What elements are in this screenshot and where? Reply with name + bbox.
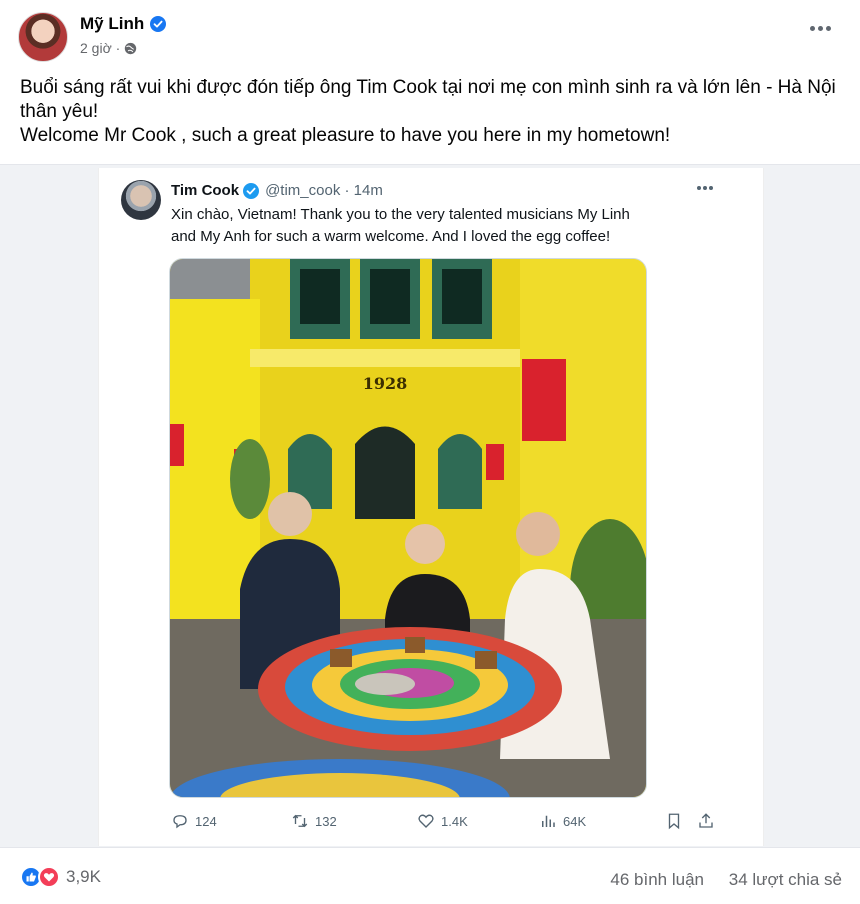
like-count: 1.4K xyxy=(441,813,468,829)
bookmark-button[interactable] xyxy=(665,812,683,830)
post-header: Mỹ Linh 2 giờ · xyxy=(0,0,860,70)
views-button[interactable]: 64K xyxy=(539,812,586,830)
share-button[interactable] xyxy=(697,812,715,830)
post-footer: 3,9K 46 bình luận 34 lượt chia sẻ xyxy=(0,852,860,904)
heart-reaction-icon xyxy=(38,866,60,888)
author-name-row: Mỹ Linh xyxy=(80,14,167,34)
cafe-sign: 1928 xyxy=(363,374,408,393)
tweet-actions: 124 132 1.4K 64K xyxy=(169,808,719,838)
retweet-count: 132 xyxy=(315,813,337,829)
tweet-author-row: Tim Cook @tim_cook · 14m xyxy=(171,182,383,199)
reply-icon xyxy=(173,815,187,829)
views-count: 64K xyxy=(563,813,587,829)
post-text-line-2: Welcome Mr Cook , such a great pleasure … xyxy=(20,125,671,146)
reply-button[interactable]: 124 xyxy=(171,812,217,830)
more-icon[interactable] xyxy=(808,20,832,36)
post-time[interactable]: 2 giờ · xyxy=(80,40,120,56)
author-avatar[interactable] xyxy=(18,12,68,62)
tweet-avatar[interactable] xyxy=(121,180,161,220)
verified-icon xyxy=(243,182,260,199)
tweet-handle[interactable]: @tim_cook · 14m xyxy=(265,182,383,199)
post-meta: 2 giờ · xyxy=(80,40,137,56)
tweet-text: Xin chào, Vietnam! Thank you to the very… xyxy=(171,206,630,245)
author-name[interactable]: Mỹ Linh xyxy=(80,14,144,34)
retweet-button[interactable]: 132 xyxy=(291,812,337,830)
reply-count: 124 xyxy=(195,813,217,829)
verified-icon xyxy=(150,16,167,32)
like-button[interactable]: 1.4K xyxy=(417,812,468,830)
post-text: Buổi sáng rất vui khi được đón tiếp ông … xyxy=(20,76,850,148)
reaction-count: 3,9K xyxy=(66,867,101,886)
bookmark-icon xyxy=(668,813,680,830)
reactions[interactable]: 3,9K xyxy=(20,866,101,888)
post-text-line-1: Buổi sáng rất vui khi được đón tiếp ông … xyxy=(20,77,836,122)
embedded-tweet[interactable]: Tim Cook @tim_cook · 14m Xin chào, Vietn… xyxy=(98,168,764,846)
cafe-photo-illustration: 1928 xyxy=(170,259,646,797)
comments-count[interactable]: 46 bình luận xyxy=(610,870,704,890)
globe-icon xyxy=(125,42,137,54)
retweet-icon xyxy=(292,814,308,828)
share-icon xyxy=(699,813,713,828)
tweet-photo[interactable]: 1928 xyxy=(169,258,647,798)
views-icon xyxy=(542,815,555,827)
like-icon xyxy=(418,814,434,828)
shares-count[interactable]: 34 lượt chia sẻ xyxy=(729,870,842,890)
tweet-more-icon[interactable] xyxy=(697,186,713,190)
tweet-author-name[interactable]: Tim Cook xyxy=(171,182,239,199)
